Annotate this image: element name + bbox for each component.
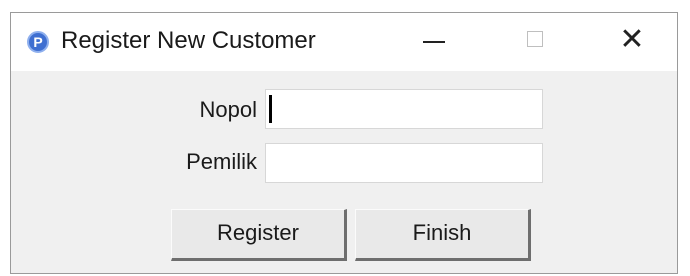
nopol-input[interactable] <box>265 89 543 129</box>
app-icon: P <box>27 31 49 53</box>
register-button[interactable]: Register <box>171 209 347 261</box>
nopol-label: Nopol <box>199 97 257 122</box>
close-button[interactable]: ✕ <box>587 13 677 71</box>
minimize-icon <box>423 41 445 43</box>
window-title: Register New Customer <box>61 27 316 54</box>
title-bar[interactable]: P Register New Customer ✕ <box>11 13 677 71</box>
maximize-icon <box>527 31 543 47</box>
maximize-button[interactable] <box>489 13 579 71</box>
text-cursor <box>269 95 272 123</box>
pemilik-label: Pemilik <box>186 149 257 174</box>
pemilik-input[interactable] <box>265 143 543 183</box>
close-icon: ✕ <box>619 23 645 56</box>
minimize-button[interactable] <box>389 13 479 71</box>
register-customer-window: P Register New Customer ✕ Nopol Pemilik … <box>10 12 678 274</box>
finish-button[interactable]: Finish <box>355 209 531 261</box>
